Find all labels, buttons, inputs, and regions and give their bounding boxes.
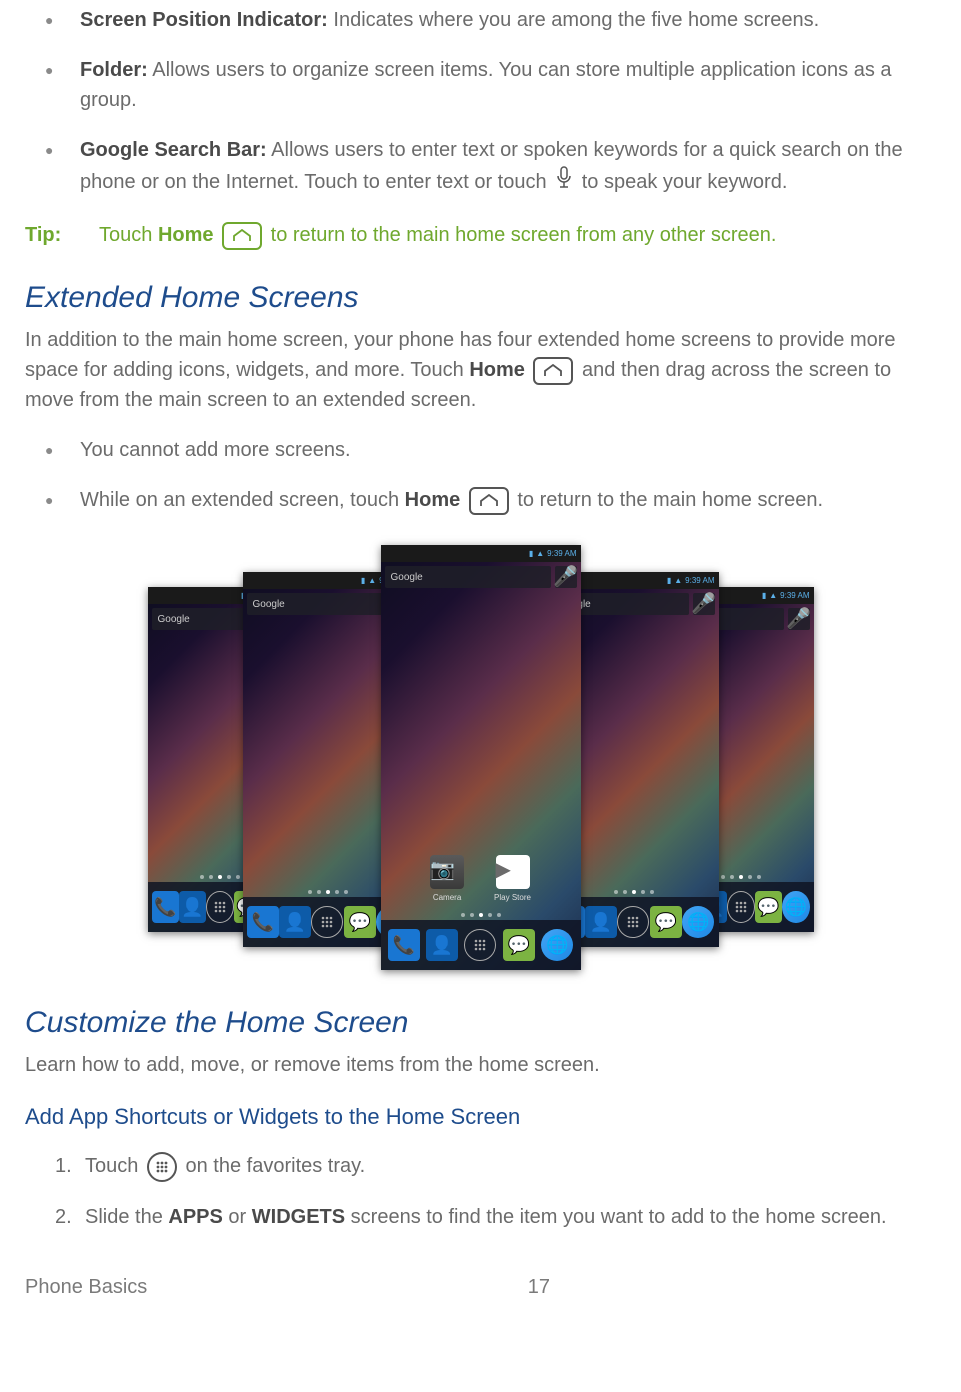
section-body-customize: Learn how to add, move, or remove items …: [25, 1050, 936, 1080]
favorites-tray: 📞👤💬🌐: [381, 920, 581, 970]
list-item: Google Search Bar: Allows users to enter…: [25, 135, 936, 200]
extended-screens-figure: ▮▲9:39 AM Google🎤 📞👤💬🌐 ▮▲9:39 AM Google🎤…: [25, 545, 936, 975]
status-bar: ▮▲9:39 AM: [381, 545, 581, 562]
home-icon: [469, 487, 509, 515]
term-text: Indicates where you are among the five h…: [328, 9, 819, 31]
footer-section: Phone Basics: [25, 1272, 147, 1302]
subsection-heading-add: Add App Shortcuts or Widgets to the Home…: [25, 1100, 936, 1133]
tip-text: Touch Home to return to the main home sc…: [99, 220, 776, 250]
phone-stack: ▮▲9:39 AM Google🎤 📞👤💬🌐 ▮▲9:39 AM Google🎤…: [126, 545, 836, 975]
tip-label: Tip:: [25, 220, 81, 250]
google-search-bar: Google🎤: [381, 562, 581, 592]
list-item: You cannot add more screens.: [25, 435, 936, 465]
term-text-after: to speak your keyword.: [576, 171, 787, 193]
section-heading-extended: Extended Home Screens: [25, 275, 936, 320]
list-item: While on an extended screen, touch Home …: [25, 485, 936, 515]
add-steps-list: 1. Touch on the favorites tray. 2. Slide…: [55, 1151, 936, 1232]
extended-bullets: You cannot add more screens. While on an…: [25, 435, 936, 515]
term-text: Allows users to organize screen items. Y…: [80, 59, 892, 111]
step-item: 1. Touch on the favorites tray.: [55, 1151, 936, 1182]
list-item: Folder: Allows users to organize screen …: [25, 55, 936, 115]
term-label: Screen Position Indicator:: [80, 9, 328, 31]
step-item: 2. Slide the APPS or WIDGETS screens to …: [55, 1202, 936, 1232]
playstore-app-icon: ▶Play Store: [494, 855, 531, 904]
section-body-extended: In addition to the main home screen, you…: [25, 325, 936, 415]
microphone-icon: [555, 165, 573, 200]
phone-screen-main: ▮▲9:39 AM Google🎤 📷Camera ▶Play Store 📞👤…: [381, 545, 581, 970]
home-icon: [222, 222, 262, 250]
home-icon: [533, 357, 573, 385]
term-label: Google Search Bar:: [80, 139, 267, 161]
term-label: Folder:: [80, 59, 148, 81]
tip-callout: Tip: Touch Home to return to the main ho…: [25, 220, 936, 250]
section-heading-customize: Customize the Home Screen: [25, 1000, 936, 1045]
page-number: 17: [528, 1272, 550, 1302]
feature-list: Screen Position Indicator: Indicates whe…: [25, 5, 936, 200]
page-footer: Phone Basics 17 .: [25, 1272, 936, 1302]
camera-app-icon: 📷Camera: [430, 855, 464, 904]
apps-grid-icon: [147, 1152, 177, 1182]
list-item: Screen Position Indicator: Indicates whe…: [25, 5, 936, 35]
